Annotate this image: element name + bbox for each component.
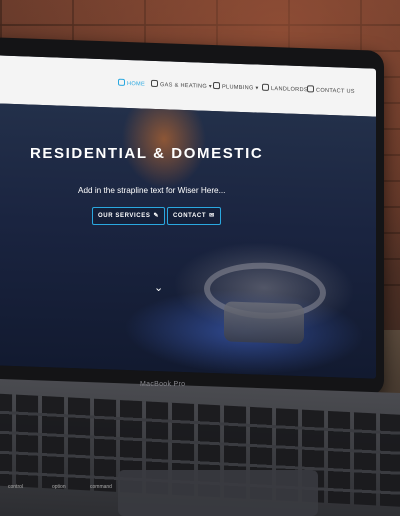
hero-strapline: Add in the strapline text for Wiser Here… bbox=[78, 186, 226, 195]
mail-icon: ✉ bbox=[209, 213, 215, 219]
nav-landlords[interactable]: LANDLORDS bbox=[262, 83, 308, 93]
gas-burner-cap bbox=[224, 301, 304, 345]
trackpad bbox=[118, 470, 318, 516]
scroll-down-icon[interactable]: ⌄ bbox=[154, 283, 163, 294]
nav-contact-us[interactable]: CONTACT US bbox=[307, 85, 355, 95]
device-brand-label: MacBook Pro bbox=[140, 381, 186, 388]
contact-button[interactable]: CONTACT ✉ bbox=[167, 207, 221, 225]
chevron-down-icon: ▾ bbox=[208, 83, 212, 90]
our-services-button[interactable]: OUR SERVICES ✎ bbox=[92, 207, 166, 225]
gas-icon bbox=[151, 79, 158, 88]
home-icon bbox=[118, 78, 125, 86]
nav-plumbing[interactable]: PLUMBING ▾ bbox=[213, 81, 259, 92]
chevron-down-icon: ▾ bbox=[255, 85, 259, 92]
mail-icon bbox=[307, 85, 314, 93]
photo-scene: HOME GAS & HEATING ▾ PLUMBING ▾ LANDLORD… bbox=[0, 0, 400, 516]
key-control: control bbox=[8, 484, 24, 490]
building-icon bbox=[262, 83, 269, 91]
hero-title: RESIDENTIAL & DOMESTIC bbox=[30, 145, 264, 162]
wrench-icon: ✎ bbox=[153, 213, 160, 219]
key-option: option bbox=[52, 484, 66, 490]
nav-home[interactable]: HOME bbox=[118, 78, 145, 88]
key-command: command bbox=[90, 484, 112, 490]
nav-gas-heating[interactable]: GAS & HEATING ▾ bbox=[151, 79, 212, 90]
drop-icon bbox=[213, 81, 220, 90]
